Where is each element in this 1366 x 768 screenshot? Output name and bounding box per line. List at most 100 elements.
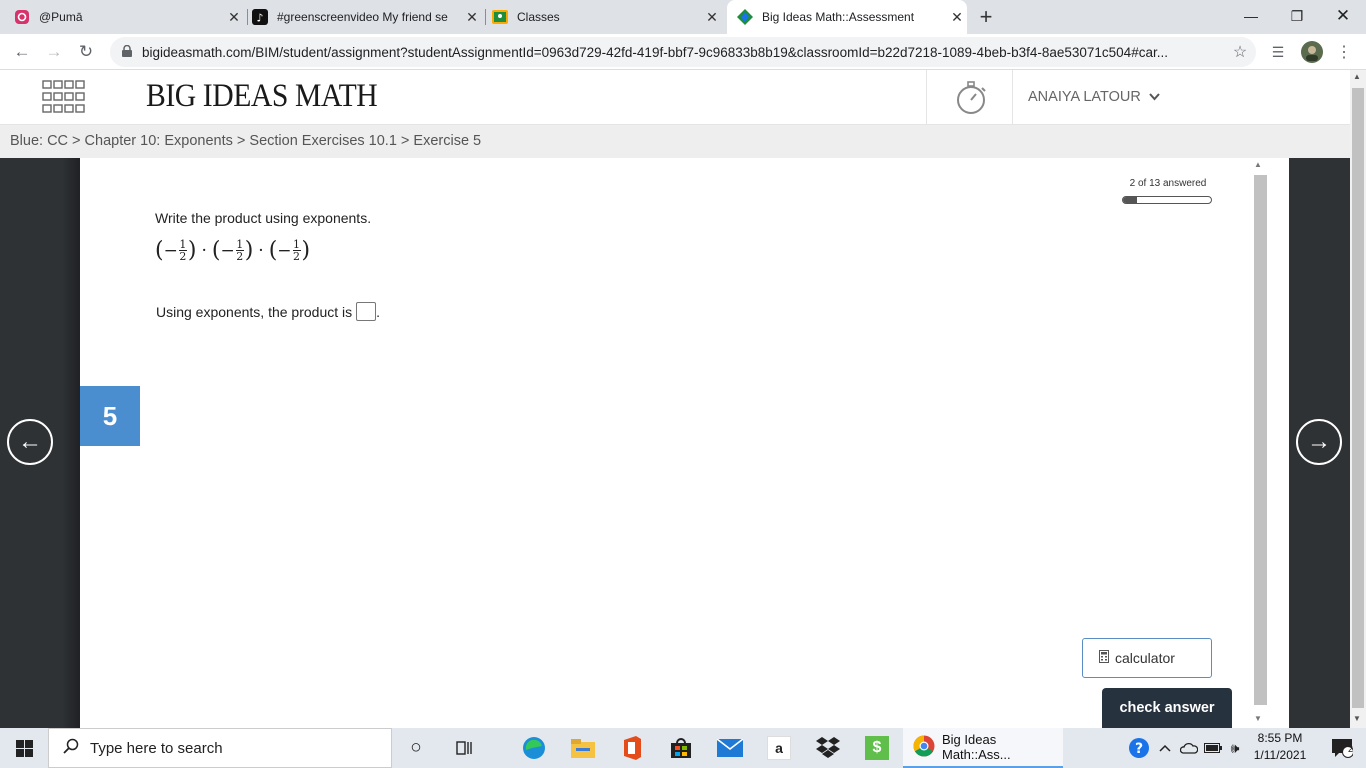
- browser-toolbar: ← → ↻ bigideasmath.com/BIM/student/assig…: [0, 34, 1366, 70]
- url-text: bigideasmath.com/BIM/student/assignment?…: [142, 44, 1168, 60]
- tab-divider: [485, 9, 486, 25]
- close-icon[interactable]: ✕: [462, 9, 482, 26]
- calculator-icon: [1099, 650, 1109, 666]
- question-prompt: Write the product using exponents.: [155, 210, 372, 226]
- header-divider: [926, 70, 927, 125]
- back-button[interactable]: ←: [8, 38, 36, 66]
- big-ideas-math-icon: [737, 9, 753, 25]
- close-icon[interactable]: ✕: [947, 9, 967, 26]
- google-classroom-icon: [492, 9, 508, 25]
- factor: (− 12 ): [211, 238, 254, 263]
- progress-fill: [1123, 197, 1137, 203]
- tiktok-icon: ♪: [252, 9, 268, 25]
- scroll-up-icon[interactable]: ▲: [1353, 72, 1361, 81]
- dot-operator: ·: [258, 240, 264, 261]
- clock-time: 8:55 PM: [1257, 731, 1303, 745]
- tab-title: Big Ideas Math::Assessment: [762, 10, 915, 24]
- dropbox-icon[interactable]: [804, 728, 852, 768]
- scrollbar-thumb[interactable]: [1254, 175, 1267, 705]
- windows-taskbar: Type here to search ○ a $ Big Ideas Math…: [0, 728, 1366, 768]
- office-icon[interactable]: [608, 728, 656, 768]
- task-view-icon[interactable]: [440, 728, 488, 768]
- exercise-number-badge: 5: [80, 386, 140, 446]
- scroll-down-icon[interactable]: ▼: [1254, 714, 1262, 723]
- search-placeholder: Type here to search: [90, 739, 223, 757]
- notifications-icon[interactable]: 2: [1318, 728, 1366, 768]
- window-close-button[interactable]: ✕: [1320, 0, 1366, 32]
- calculator-label: calculator: [1115, 650, 1175, 666]
- windows-start-icon[interactable]: [0, 728, 48, 768]
- check-answer-button[interactable]: check answer: [1102, 688, 1232, 728]
- arrow-right-icon: →: [1307, 428, 1331, 455]
- mail-icon[interactable]: [706, 728, 754, 768]
- onedrive-icon[interactable]: [1176, 728, 1202, 768]
- address-bar[interactable]: bigideasmath.com/BIM/student/assignment?…: [110, 37, 1256, 67]
- content-scrollbar[interactable]: ▲ ▼: [1252, 158, 1269, 728]
- lock-icon: [122, 44, 132, 60]
- forward-button[interactable]: →: [40, 38, 68, 66]
- tab-divider: [247, 9, 248, 25]
- maximize-button[interactable]: ❐: [1274, 0, 1320, 32]
- reload-button[interactable]: ↻: [72, 38, 100, 66]
- progress-bar: [1122, 196, 1212, 204]
- previous-exercise-button[interactable]: ←: [7, 419, 53, 465]
- svg-text:?: ?: [1135, 741, 1143, 757]
- close-icon[interactable]: ✕: [224, 9, 244, 26]
- notification-count: 2: [1348, 744, 1354, 754]
- chrome-taskbar-window[interactable]: Big Ideas Math::Ass...: [903, 728, 1063, 768]
- breadcrumb: Blue: CC > Chapter 10: Exponents > Secti…: [0, 125, 1350, 158]
- arrow-left-icon: ←: [18, 428, 42, 455]
- amazon-icon[interactable]: a: [755, 728, 803, 768]
- minimize-button[interactable]: —: [1228, 0, 1274, 32]
- progress-label: 2 of 13 answered: [1129, 178, 1207, 189]
- volume-icon[interactable]: 🕪: [1222, 728, 1248, 768]
- profile-avatar[interactable]: [1298, 38, 1326, 66]
- more-menu-icon[interactable]: ⋮: [1330, 38, 1358, 66]
- bookmark-star-icon[interactable]: ☆: [1226, 38, 1254, 66]
- header-divider: [1012, 70, 1013, 125]
- taskbar-search-box[interactable]: Type here to search: [48, 728, 392, 768]
- chevron-up-icon[interactable]: [1152, 728, 1178, 768]
- scroll-up-icon[interactable]: ▲: [1254, 160, 1262, 169]
- factor: (− 12 ): [268, 238, 311, 263]
- reading-list-icon[interactable]: ☰: [1264, 38, 1292, 66]
- app-header: BIG IDEAS MATH ANAIYA LATOUR: [0, 70, 1350, 125]
- taskbar-window-title: Big Ideas Math::Ass...: [942, 732, 1011, 762]
- microsoft-store-icon[interactable]: [657, 728, 705, 768]
- app-logo[interactable]: BIG IDEAS MATH: [146, 78, 378, 115]
- page-scrollbar[interactable]: ▲ ▼: [1350, 70, 1366, 728]
- factor: (− 12 ): [155, 238, 197, 263]
- tab-big-ideas-math[interactable]: Big Ideas Math::Assessment ✕: [727, 0, 967, 34]
- browser-tab-strip: @Pumā ✕ ♪ #greenscreenvideo My friend se…: [0, 0, 1366, 34]
- tab-title: @Pumā: [39, 10, 83, 24]
- edge-icon[interactable]: [510, 728, 558, 768]
- left-panel: ←: [0, 158, 80, 728]
- stopwatch-icon[interactable]: [955, 80, 989, 121]
- close-icon[interactable]: ✕: [702, 9, 722, 26]
- new-tab-button[interactable]: +: [972, 3, 1000, 31]
- user-menu[interactable]: ANAIYA LATOUR: [1028, 89, 1160, 105]
- tab-tiktok[interactable]: ♪ #greenscreenvideo My friend se ✕: [250, 0, 482, 34]
- tab-puma[interactable]: @Pumā ✕: [12, 0, 244, 34]
- file-explorer-icon[interactable]: [559, 728, 607, 768]
- answer-input[interactable]: [356, 302, 377, 321]
- tab-title: #greenscreenvideo My friend se: [277, 10, 448, 24]
- answer-line: Using exponents, the product is .: [156, 302, 380, 321]
- search-icon: [63, 738, 79, 759]
- help-icon[interactable]: ?: [1126, 728, 1152, 768]
- app-grid-menu-icon[interactable]: [42, 80, 86, 119]
- tab-title: Classes: [517, 10, 560, 24]
- system-clock[interactable]: 8:55 PM 1/11/2021: [1250, 730, 1310, 766]
- clock-date: 1/11/2021: [1253, 748, 1307, 762]
- next-exercise-button[interactable]: →: [1296, 419, 1342, 465]
- reload-icon: ↻: [78, 42, 94, 61]
- calculator-button[interactable]: calculator: [1082, 638, 1212, 678]
- scroll-down-icon[interactable]: ▼: [1353, 714, 1361, 723]
- scrollbar-thumb[interactable]: [1352, 88, 1364, 708]
- chrome-icon: [913, 735, 935, 760]
- tab-classes[interactable]: Classes ✕: [490, 0, 722, 34]
- answer-prompt: Using exponents, the product is: [156, 303, 353, 320]
- evernote-icon[interactable]: $: [853, 728, 901, 768]
- arrow-left-icon: ←: [13, 42, 31, 61]
- cortana-icon[interactable]: ○: [392, 728, 440, 768]
